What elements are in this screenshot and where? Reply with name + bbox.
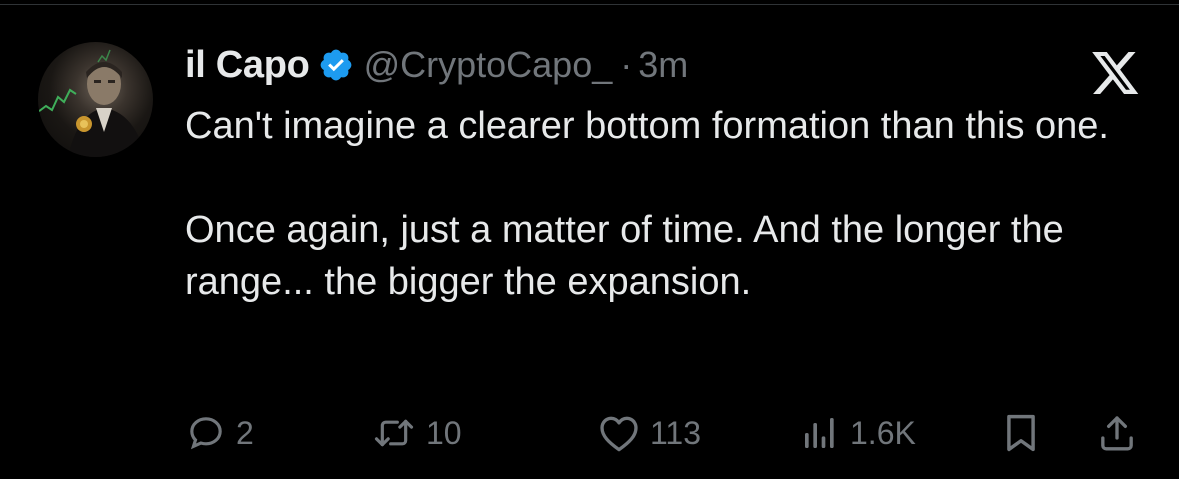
author-handle[interactable]: @CryptoCapo_ bbox=[364, 44, 613, 86]
tweet-card[interactable]: il Capo @CryptoCapo_ · 3m Can't imagine … bbox=[0, 0, 1179, 479]
timestamp[interactable]: 3m bbox=[638, 44, 688, 86]
like-count: 113 bbox=[650, 414, 702, 451]
tweet-text: Can't imagine a clearer bottom formation… bbox=[185, 100, 1160, 308]
tweet-paragraph-1: Can't imagine a clearer bottom formation… bbox=[185, 105, 1109, 147]
verified-badge-icon bbox=[318, 47, 354, 83]
tweet-paragraph-2: Once again, just a matter of time. And t… bbox=[185, 209, 1064, 303]
bookmark-button[interactable] bbox=[1002, 405, 1040, 461]
tweet-header: il Capo @CryptoCapo_ · 3m bbox=[185, 40, 688, 90]
retweet-button[interactable]: 10 bbox=[372, 405, 462, 461]
heart-icon bbox=[600, 416, 638, 452]
reply-button[interactable]: 2 bbox=[186, 405, 254, 461]
separator-dot: · bbox=[620, 44, 633, 85]
display-name[interactable]: il Capo bbox=[185, 44, 310, 87]
views-button[interactable]: 1.6K bbox=[800, 405, 916, 461]
bookmark-icon bbox=[1007, 414, 1035, 452]
retweet-icon bbox=[374, 419, 414, 447]
reply-bubble-icon bbox=[190, 417, 222, 450]
avatar[interactable] bbox=[38, 42, 153, 157]
action-bar: 2 10 113 1.6K bbox=[0, 405, 1179, 461]
retweet-count: 10 bbox=[426, 414, 462, 451]
share-button[interactable] bbox=[1097, 405, 1137, 461]
views-count: 1.6K bbox=[850, 414, 916, 451]
share-upload-icon bbox=[1101, 416, 1133, 451]
reply-count: 2 bbox=[236, 414, 254, 451]
divider bbox=[0, 4, 1179, 5]
x-logo-icon bbox=[1092, 52, 1140, 96]
views-bar-chart-icon bbox=[805, 418, 834, 448]
like-button[interactable]: 113 bbox=[598, 405, 701, 461]
